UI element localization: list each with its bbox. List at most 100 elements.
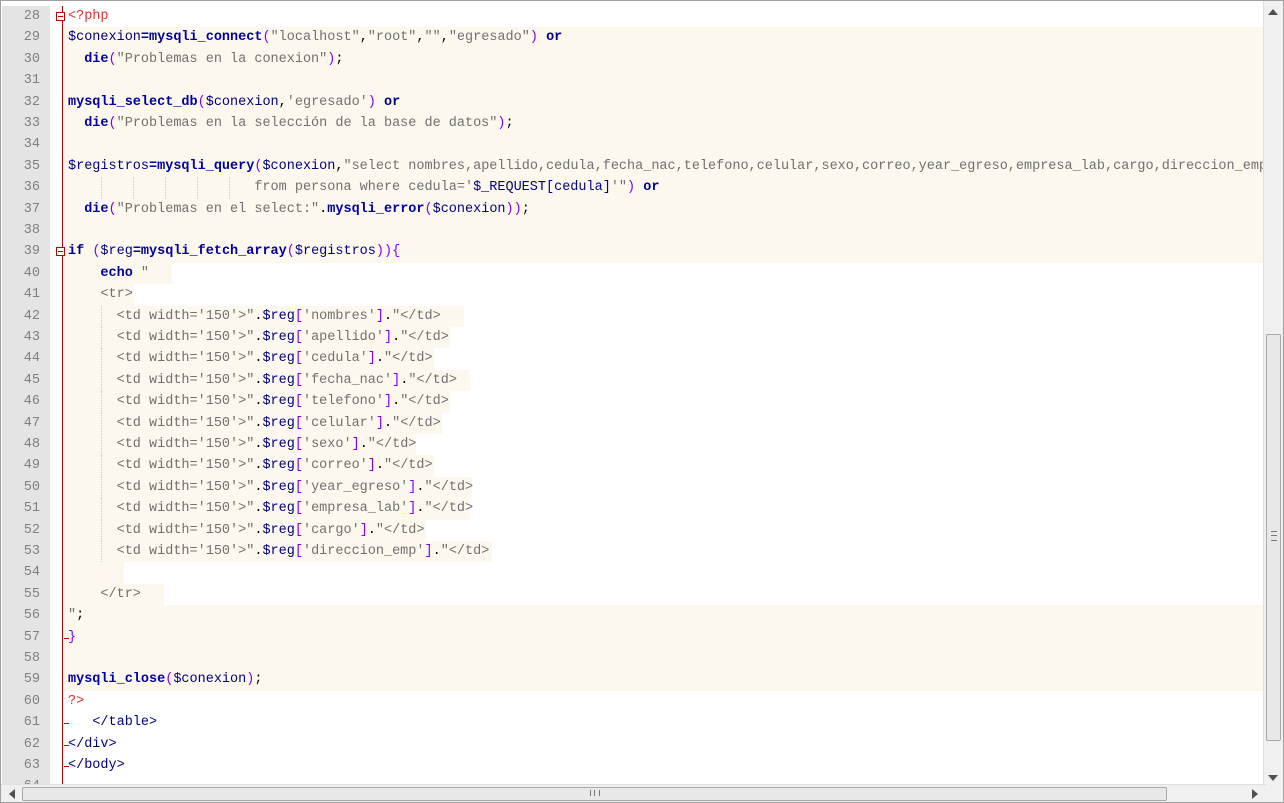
code-line[interactable]: 31 <box>2 70 1264 92</box>
code-text[interactable]: mysqli_select_db($conexion,'egresado') o… <box>68 92 400 113</box>
code-line[interactable]: 38 <box>2 220 1264 242</box>
code-text[interactable]: </div> <box>68 734 117 755</box>
code-text[interactable]: if ($reg=mysqli_fetch_array($registros))… <box>68 241 400 262</box>
code-line[interactable]: 41 <tr> <box>2 284 1264 306</box>
code-line[interactable]: 39 if ($reg=mysqli_fetch_array($registros… <box>2 241 1264 263</box>
code-line[interactable]: 32 mysqli_select_db($conexion,'egresado')… <box>2 91 1264 113</box>
code-token: ] <box>359 522 368 538</box>
code-text[interactable]: from persona where cedula='$_REQUEST[ced… <box>68 177 659 198</box>
fold-toggle-icon[interactable] <box>56 12 65 21</box>
code-text[interactable]: <td width='150'>".$reg['celular']."</td> <box>68 413 441 434</box>
code-token: ] <box>351 437 360 452</box>
code-line[interactable]: 63 </body> <box>2 755 1264 776</box>
line-number: 40 <box>23 265 40 281</box>
code-line[interactable]: 62 </div> <box>2 734 1264 755</box>
code-line[interactable]: 35 $registros=mysqli_query($conexion,"sel… <box>2 155 1267 178</box>
code-line[interactable]: 48 <td width='150'>".$reg['sexo']."</td> <box>2 434 1264 456</box>
code-text[interactable]: die("Problemas en el select:".mysqli_err… <box>68 199 530 220</box>
code-text[interactable]: </tr> <box>68 584 141 605</box>
code-token: "egresado" <box>448 30 530 46</box>
code-text[interactable]: echo " <box>68 263 149 284</box>
code-token: 'nombres' <box>302 308 376 324</box>
code-line[interactable]: 55 </tr> <box>2 583 1264 606</box>
code-text[interactable]: <td width='150'>".$reg['sexo']."</td> <box>68 434 417 455</box>
code-text[interactable]: <?php <box>68 6 109 27</box>
code-text[interactable]: die("Problemas en la conexion"); <box>68 49 343 70</box>
line-highlight <box>64 70 1264 92</box>
code-line[interactable]: 46 <td width='150'>".$reg['telefono']."<… <box>2 391 1264 413</box>
code-text[interactable]: <tr> <box>68 284 133 305</box>
code-editor[interactable]: 28 <?php 29 $conexion=mysqli_connect("local… <box>0 0 1284 803</box>
code-line[interactable]: 50 <td width='150'>".$reg['year_egreso']… <box>2 476 1264 499</box>
fold-toggle-icon[interactable] <box>56 247 65 257</box>
code-line[interactable]: 44 <td width='150'>".$reg['cedula']."</t… <box>2 348 1264 370</box>
code-text[interactable]: mysqli_close($conexion); <box>68 669 262 690</box>
code-line[interactable]: 30 die("Problemas en la conexion"); <box>2 48 1264 71</box>
code-line[interactable]: 57} <box>2 626 1264 648</box>
code-line[interactable]: 47 <td width='150'>".$reg['celular']."</… <box>2 412 1264 434</box>
line-number: 57 <box>23 629 40 645</box>
code-token: mysqli_close <box>68 672 166 688</box>
code-line[interactable]: 54 <box>2 562 1264 584</box>
code-token: $conexion <box>432 201 506 217</box>
scroll-right-arrow-icon[interactable] <box>1252 789 1258 799</box>
code-line[interactable]: 33 die("Problemas en la selección de la … <box>2 113 1264 135</box>
code-line[interactable]: 61 </table> <box>2 712 1264 733</box>
code-line[interactable]: 56 "; <box>2 605 1264 627</box>
code-line[interactable]: 49 <td width='150'>".$reg['correo']."</t… <box>2 455 1264 477</box>
line-number: 39 <box>23 244 40 260</box>
vertical-scroll-thumb[interactable] <box>1266 334 1281 741</box>
code-line[interactable]: 36 from persona where cedula='$_REQUEST[… <box>2 177 1264 199</box>
scroll-down-arrow-icon[interactable] <box>1268 775 1278 781</box>
code-line[interactable]: 42 <td width='150'>".$reg['nombres']."</… <box>2 305 1264 327</box>
code-text[interactable]: "; <box>68 605 84 626</box>
code-text[interactable]: </table> <box>68 712 157 733</box>
vertical-scrollbar[interactable] <box>1263 1 1283 787</box>
line-number: 41 <box>23 287 40 303</box>
line-number: 42 <box>23 308 40 324</box>
code-text[interactable]: $conexion=mysqli_connect("localhost","ro… <box>68 27 562 48</box>
code-line[interactable]: 45 <td width='150'>".$reg['fecha_nac']."… <box>2 369 1264 392</box>
code-text[interactable]: <td width='150'>".$reg['telefono']."</td… <box>68 391 449 412</box>
code-text[interactable]: <td width='150'>".$reg['empresa_lab']."<… <box>68 498 474 519</box>
code-token: "</td> <box>375 522 425 538</box>
code-line[interactable]: 43 <td width='150'>".$reg['apellido']."<… <box>2 327 1264 349</box>
code-text[interactable]: <td width='150'>".$reg['direccion_emp'].… <box>68 541 490 562</box>
code-text[interactable]: <td width='150'>".$reg['cedula']."</td> <box>68 348 433 369</box>
code-line[interactable]: 51 <td width='150'>".$reg['empresa_lab']… <box>2 498 1264 520</box>
code-text[interactable]: } <box>68 627 76 648</box>
code-line[interactable]: 59 mysqli_close($conexion); <box>2 669 1264 691</box>
code-line[interactable]: 52 <td width='150'>".$reg['cargo']."</td… <box>2 519 1264 541</box>
code-line[interactable]: 28 <?php <box>2 6 1264 27</box>
code-line[interactable]: 53 <td width='150'>". $reg['direccion_emp… <box>2 541 1264 563</box>
horizontal-scroll-thumb[interactable] <box>22 787 1167 801</box>
line-number: 56 <box>23 608 40 624</box>
code-text[interactable]: ?> <box>68 691 84 712</box>
code-text[interactable]: <td width='150'>".$reg['year_egreso']."<… <box>68 477 474 498</box>
code-line[interactable]: 60 ?> <box>2 691 1264 712</box>
code-text[interactable]: die("Problemas en la selección de la bas… <box>68 113 513 134</box>
code-line[interactable]: 29 $conexion=mysqli_connect("localhost","… <box>2 27 1264 49</box>
code-line[interactable]: 40 echo " <box>2 262 1264 285</box>
code-token: , <box>278 94 287 110</box>
scroll-left-arrow-icon[interactable] <box>9 789 15 799</box>
horizontal-scrollbar[interactable] <box>1 784 1266 802</box>
code-text[interactable]: <td width='150'>".$reg['fecha_nac']."</t… <box>68 370 457 391</box>
code-text[interactable]: <td width='150'>".$reg['cargo']."</td> <box>68 520 425 541</box>
line-highlight <box>64 605 1264 627</box>
code-line[interactable]: 34 <box>2 134 1264 156</box>
code-token: ; <box>521 201 530 217</box>
code-text[interactable]: </body> <box>68 755 125 776</box>
code-text[interactable]: $registros=mysqli_query($conexion,"selec… <box>68 156 1267 177</box>
code-line[interactable]: 58 <box>2 648 1264 670</box>
code-text[interactable]: <td width='150'>".$reg['correo']."</td> <box>68 455 433 476</box>
code-line[interactable]: 37 die("Problemas en el select:".mysqli_… <box>2 198 1264 220</box>
code-token: <tr> <box>100 287 133 303</box>
code-text[interactable]: <td width='150'>".$reg['apellido']."</td… <box>68 327 449 348</box>
scroll-up-arrow-icon[interactable] <box>1268 9 1278 15</box>
code-text[interactable]: <td width='150'>".$reg['nombres']."</td> <box>68 306 441 327</box>
code-token: mysqli_select_db <box>68 94 198 110</box>
